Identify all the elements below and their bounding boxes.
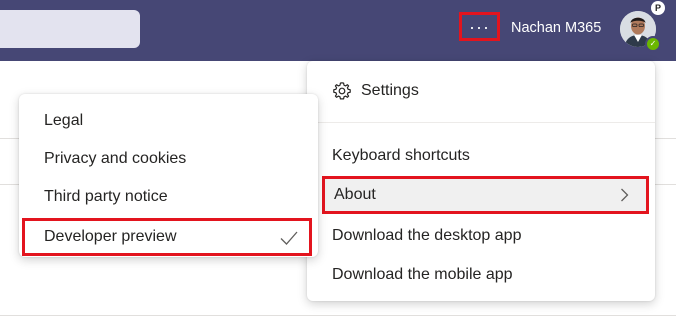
- menu-item-label: Download the mobile app: [332, 266, 513, 283]
- menu-item-settings[interactable]: Settings: [307, 73, 655, 109]
- divider: [0, 315, 676, 316]
- submenu-item-developer-preview[interactable]: Developer preview: [22, 218, 312, 256]
- presence-available-icon: ✓: [645, 36, 661, 52]
- more-options-menu: Settings Keyboard shortcuts About Downlo…: [307, 61, 655, 301]
- gear-icon: [332, 81, 352, 101]
- menu-item-label: About: [334, 186, 376, 203]
- presence-badge: P: [651, 1, 665, 15]
- submenu-item-label: Developer preview: [44, 228, 177, 245]
- menu-divider: [307, 122, 655, 123]
- about-submenu: Legal Privacy and cookies Third party no…: [19, 94, 318, 257]
- submenu-item-label: Legal: [44, 112, 84, 129]
- menu-item-label: Download the desktop app: [332, 227, 522, 244]
- menu-item-download-desktop[interactable]: Download the desktop app: [307, 218, 655, 254]
- menu-item-about[interactable]: About: [322, 176, 649, 214]
- more-options-button[interactable]: ···: [459, 12, 500, 41]
- submenu-item-label: Third party notice: [44, 188, 168, 205]
- checkmark-icon: [279, 229, 299, 247]
- submenu-item-third-party-notice[interactable]: Third party notice: [19, 179, 318, 215]
- search-box[interactable]: [0, 10, 140, 48]
- submenu-item-label: Privacy and cookies: [44, 150, 187, 167]
- chevron-right-icon: [616, 187, 632, 203]
- menu-item-label: Keyboard shortcuts: [332, 147, 470, 164]
- menu-item-download-mobile[interactable]: Download the mobile app: [307, 257, 655, 293]
- menu-item-label: Settings: [361, 82, 419, 99]
- top-bar: ··· Nachan M365 ✓ P: [0, 0, 676, 61]
- submenu-item-legal[interactable]: Legal: [19, 103, 318, 139]
- menu-item-keyboard-shortcuts[interactable]: Keyboard shortcuts: [307, 138, 655, 174]
- user-name: Nachan M365: [511, 20, 602, 36]
- submenu-item-privacy[interactable]: Privacy and cookies: [19, 141, 318, 177]
